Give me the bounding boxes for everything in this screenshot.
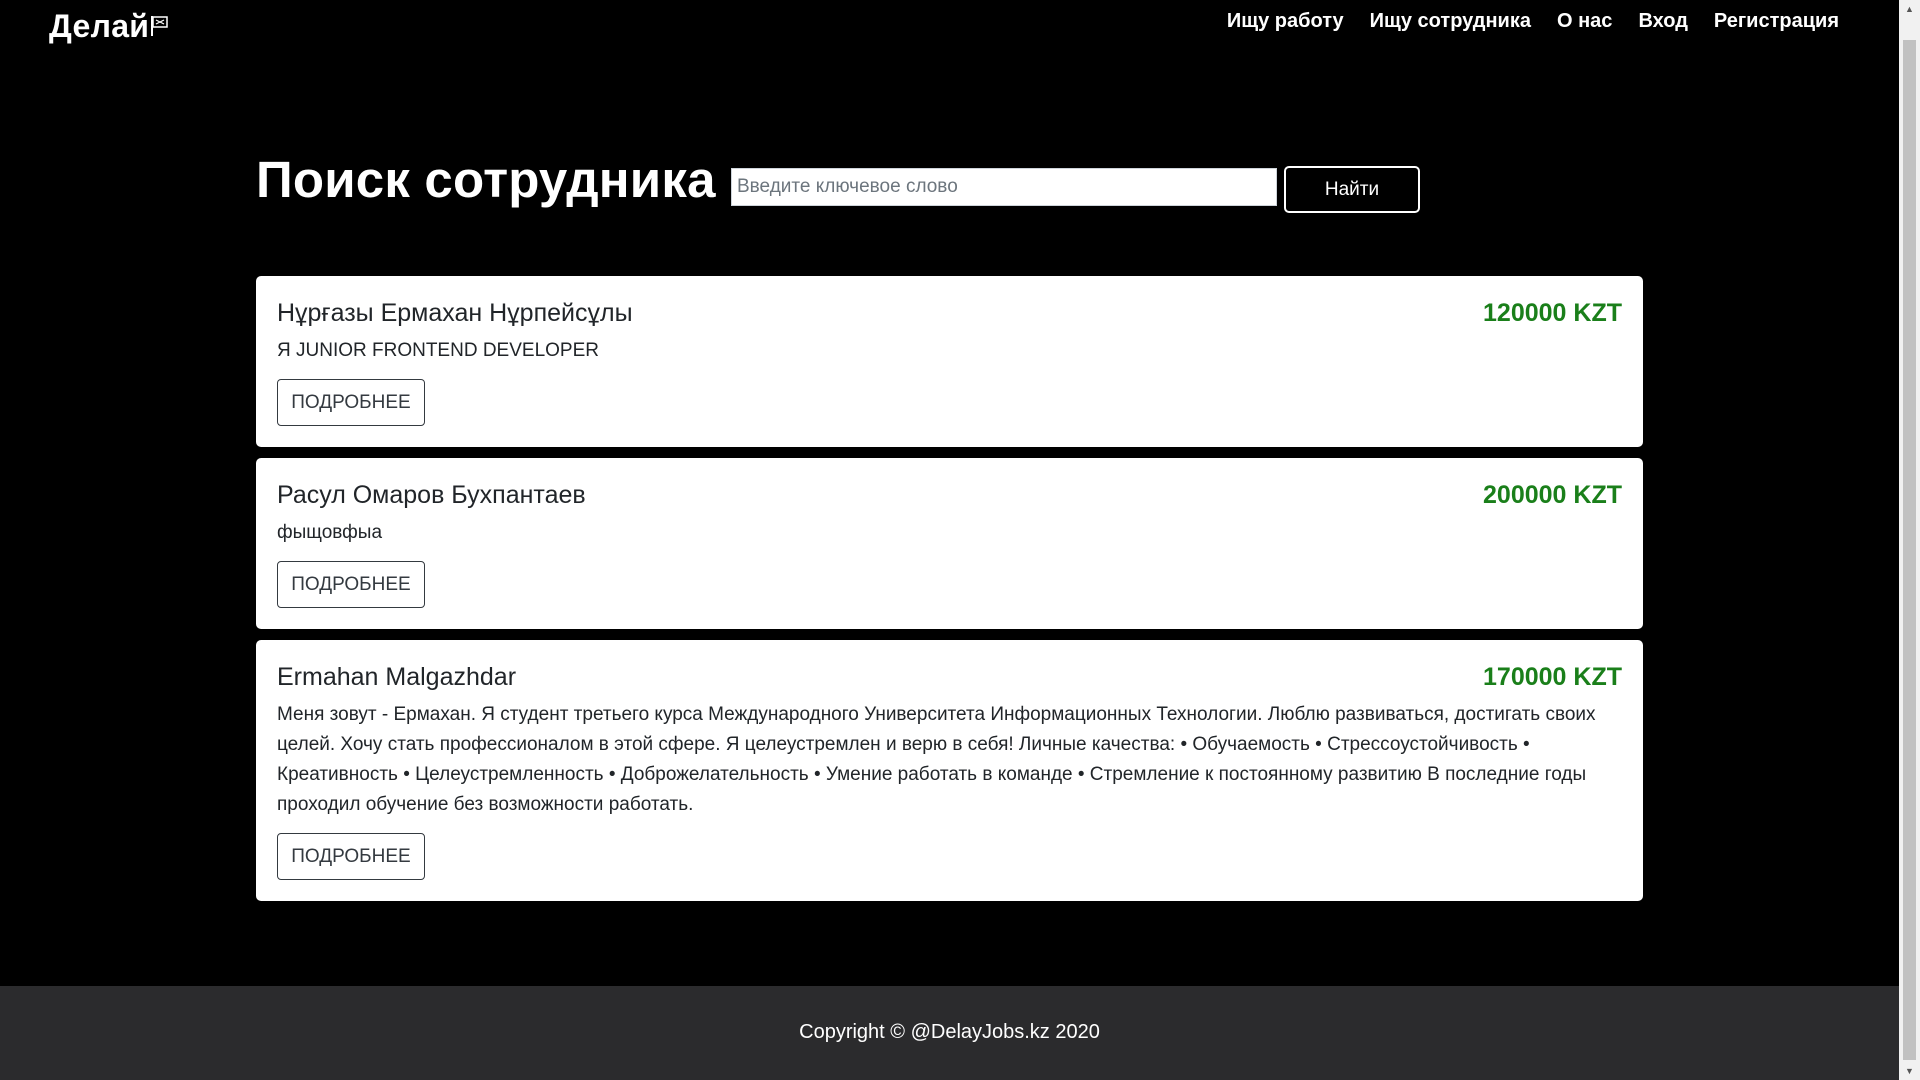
candidate-salary: 120000 KZT: [1483, 299, 1622, 327]
flag-icon: [151, 16, 169, 36]
footer: Copyright © @DelayJobs.kz 2020: [0, 986, 1899, 1080]
scrollbar-thumb[interactable]: [1903, 40, 1916, 1060]
details-button[interactable]: ПОДРОБНЕЕ: [277, 561, 425, 608]
nav-link-about[interactable]: О нас: [1557, 10, 1612, 33]
scroll-up-arrow-icon[interactable]: ▲: [1899, 0, 1920, 18]
nav-link-find-employee[interactable]: Ищу сотрудника: [1370, 10, 1531, 33]
brand-logo[interactable]: Делай: [49, 8, 170, 45]
candidate-description: фыщовфыа: [277, 522, 383, 543]
candidate-card: Ermahan Malgazhdar 170000 KZT Меня зовут…: [256, 640, 1643, 901]
scroll-down-arrow-icon[interactable]: ▼: [1899, 1062, 1920, 1080]
page: Делай Ищу работу Ищу сотрудника О нас Вх…: [0, 0, 1899, 1080]
details-button[interactable]: ПОДРОБНЕЕ: [277, 379, 425, 426]
brand-name: Делай: [49, 8, 150, 44]
search-button[interactable]: Найти: [1284, 166, 1420, 213]
details-button[interactable]: ПОДРОБНЕЕ: [277, 833, 425, 880]
nav-link-login[interactable]: Вход: [1638, 10, 1687, 33]
candidate-description: Я JUNIOR FRONTEND DEVELOPER: [277, 340, 599, 361]
candidate-description: Меня зовут - Ермахан. Я студент третьего…: [277, 704, 1596, 815]
candidate-name: Расул Омаров Бухпантаев: [277, 481, 586, 509]
page-scrollbar[interactable]: ▲ ▼: [1899, 0, 1920, 1080]
nav-link-register[interactable]: Регистрация: [1714, 10, 1839, 33]
candidate-salary: 170000 KZT: [1483, 663, 1622, 691]
candidate-list: Нұрғазы Ермахан Нұрпейсұлы 120000 KZT Я …: [256, 276, 1643, 912]
candidate-salary: 200000 KZT: [1483, 481, 1622, 509]
search-input[interactable]: [731, 168, 1277, 206]
search-section: Поиск сотрудника Найти: [256, 145, 1496, 225]
candidate-card: Расул Омаров Бухпантаев 200000 KZT фыщов…: [256, 458, 1643, 629]
page-title: Поиск сотрудника: [256, 151, 716, 208]
copyright-text: Copyright © @DelayJobs.kz 2020: [799, 1021, 1100, 1043]
candidate-name: Нұрғазы Ермахан Нұрпейсұлы: [277, 299, 633, 327]
nav-menu: Ищу работу Ищу сотрудника О нас Вход Рег…: [1227, 10, 1839, 33]
candidate-name: Ermahan Malgazhdar: [277, 663, 517, 691]
candidate-card: Нұрғазы Ермахан Нұрпейсұлы 120000 KZT Я …: [256, 276, 1643, 447]
navbar: Делай Ищу работу Ищу сотрудника О нас Вх…: [0, 0, 1899, 60]
nav-link-find-job[interactable]: Ищу работу: [1227, 10, 1344, 33]
